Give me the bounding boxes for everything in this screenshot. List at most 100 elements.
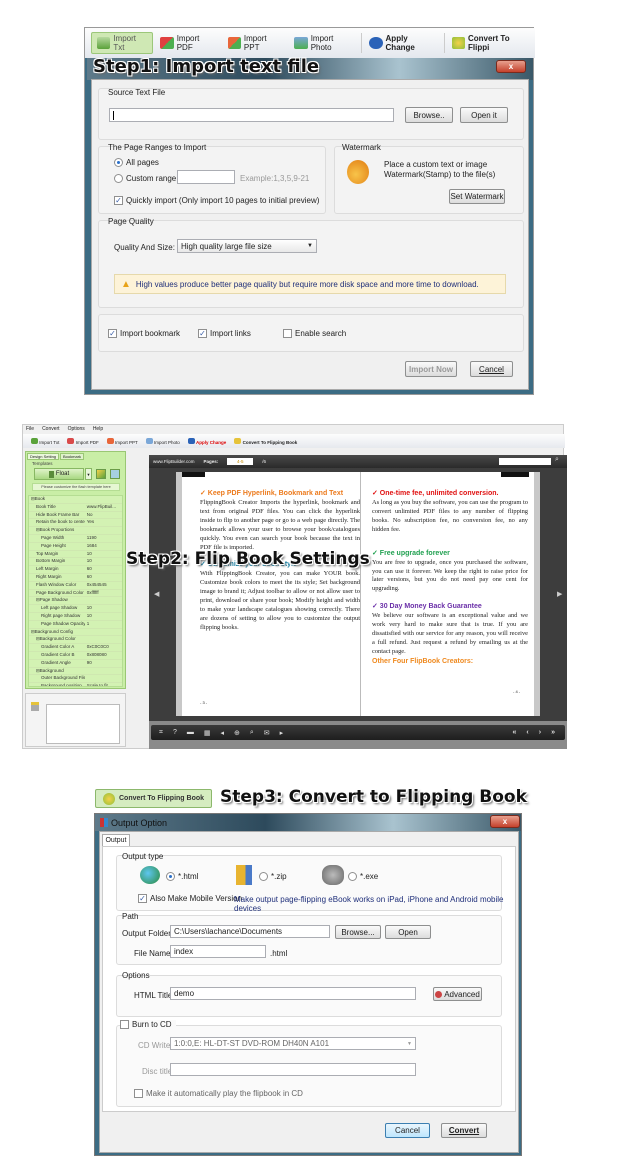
import-pdf-button[interactable]: Import PDF — [155, 32, 220, 54]
property-row[interactable]: Retain the book to center Yes — [29, 519, 122, 528]
next-page-icon[interactable]: › — [539, 729, 541, 736]
property-row[interactable]: ⊟Background Config — [29, 629, 122, 637]
zoom-in-icon[interactable]: ⊕ — [234, 729, 240, 737]
property-row[interactable]: Page Height 1684 — [29, 543, 122, 551]
cancel-button[interactable]: Cancel — [470, 361, 513, 377]
search-icon[interactable]: ⌕ — [250, 729, 254, 737]
enable-search-checkbox[interactable]: Enable search — [283, 329, 346, 339]
html-title-input[interactable]: demo — [170, 987, 416, 1000]
convert-button[interactable]: Convert — [441, 1123, 487, 1138]
set-watermark-button[interactable]: Set Watermark — [449, 189, 505, 204]
close-button[interactable]: x — [496, 60, 526, 73]
apply-change-button[interactable]: Apply Change — [187, 437, 226, 445]
output-folder-input[interactable]: C:\Users\lachance\Documents — [170, 925, 330, 938]
property-row[interactable]: Outer Background File — [29, 675, 122, 684]
convert-to-flipping-book-button[interactable]: Convert To Flipping Book — [95, 789, 212, 808]
menu-file[interactable]: File — [26, 426, 34, 432]
property-row[interactable]: ⊟Book Proportions — [29, 527, 122, 535]
import-links-checkbox[interactable]: ✓ Import links — [198, 329, 251, 339]
custom-range-input[interactable] — [177, 170, 235, 184]
cd-writer-select[interactable]: 1:0:0,E: HL-DT-ST DVD-ROM DH40N A101 ▼ — [170, 1037, 416, 1050]
last-page-icon[interactable]: » — [551, 729, 555, 736]
property-row[interactable]: Background position Scale to fit — [29, 683, 122, 686]
tab-output[interactable]: Output — [102, 834, 130, 846]
page-number-input[interactable]: 4-5 — [227, 458, 254, 465]
menu-options[interactable]: Options — [68, 426, 85, 432]
export-template-icon[interactable] — [110, 469, 120, 479]
all-pages-radio[interactable]: All pages — [114, 158, 159, 168]
property-row[interactable]: ⊟Background — [29, 668, 122, 676]
burn-cd-checkbox[interactable]: Burn to CD — [120, 1020, 176, 1030]
import-photo-button[interactable]: Import Photo — [145, 437, 180, 445]
autoplay-icon[interactable]: ▸ — [280, 729, 284, 737]
close-button[interactable]: x — [490, 815, 520, 828]
import-pdf-button[interactable]: Import PDF — [67, 437, 99, 445]
menu-help[interactable]: Help — [93, 426, 103, 432]
share-icon[interactable]: ✉ — [264, 729, 270, 737]
property-row[interactable]: Book Title www.FlipBuil... — [29, 504, 122, 512]
import-ppt-button[interactable]: Import PPT — [223, 32, 288, 54]
save-template-icon[interactable] — [96, 469, 106, 479]
file-name-input[interactable]: index — [170, 945, 266, 958]
property-row[interactable]: Left Margin 60 — [29, 566, 122, 574]
thumbnails-icon[interactable]: ▦ — [204, 729, 211, 737]
property-row[interactable]: ⊟Book — [29, 496, 122, 504]
browse-button[interactable]: Browse... — [335, 925, 381, 939]
first-page-icon[interactable]: « — [513, 729, 517, 736]
prev-page-icon[interactable]: ‹ — [526, 729, 528, 736]
import-photo-button[interactable]: Import Photo — [289, 32, 359, 54]
import-now-button[interactable]: Import Now — [405, 361, 457, 377]
open-it-button[interactable]: Open it — [460, 107, 508, 123]
property-row[interactable]: Right page Shadow 10 — [29, 613, 122, 621]
property-row[interactable]: ⊟Background Color — [29, 636, 122, 645]
tab-design-setting[interactable]: Design Setting — [27, 453, 60, 460]
fullscreen-icon[interactable]: ⌗ — [159, 729, 163, 737]
tab-bookmark[interactable]: Bookmark — [60, 453, 85, 460]
search-icon[interactable]: ⌕ — [555, 456, 559, 464]
quick-import-checkbox[interactable]: ✓ Quickly import (Only import 10 pages to… — [114, 196, 319, 206]
prev-flip-arrow[interactable]: ◀ — [154, 590, 159, 598]
sound-icon[interactable]: ◂ — [220, 729, 224, 737]
convert-to-flipping-button[interactable]: Convert To Flippi — [447, 32, 535, 54]
property-row[interactable]: Bottom Margin 10 — [29, 558, 122, 567]
custom-range-radio[interactable]: Custom range: — [114, 174, 178, 184]
property-row[interactable]: Right Margin 60 — [29, 574, 122, 582]
open-button[interactable]: Open — [385, 925, 431, 939]
property-row[interactable]: Left page Shadow 10 — [29, 605, 122, 613]
property-row[interactable]: Gradient Angle 90 — [29, 660, 122, 668]
property-row[interactable]: Top Margin 10 — [29, 551, 122, 559]
property-row[interactable]: Hide Book Frame Bar No — [29, 512, 122, 520]
template-select[interactable]: Float — [34, 468, 84, 480]
menu-convert[interactable]: Convert — [42, 426, 60, 432]
template-dropdown-button[interactable]: ▼ — [85, 468, 92, 480]
convert-to-flipping-button[interactable]: Convert To Flipping Book — [234, 437, 297, 445]
import-ppt-button[interactable]: Import PPT — [106, 437, 138, 445]
exe-radio[interactable]: *.exe — [348, 872, 378, 882]
help-icon[interactable]: ? — [173, 729, 177, 736]
next-flip-arrow[interactable]: ▶ — [557, 590, 562, 598]
apply-change-button[interactable]: Apply Change — [364, 32, 441, 54]
import-bookmark-checkbox[interactable]: ✓ Import bookmark — [108, 329, 180, 339]
site-link[interactable]: www.FlipBuilder.com — [153, 459, 195, 464]
disc-title-input[interactable] — [170, 1063, 416, 1076]
search-input[interactable] — [499, 458, 551, 465]
import-txt-button[interactable]: Import Txt — [91, 32, 154, 54]
property-row[interactable]: Page Shadow Opacity 1 — [29, 621, 122, 629]
property-row[interactable]: Page Width 1190 — [29, 535, 122, 543]
property-row[interactable]: Gradient Color A 0xC0C0C0 — [29, 644, 122, 652]
print-icon[interactable]: ▬ — [187, 729, 194, 736]
property-row[interactable]: Gradient Color B 0x808080 — [29, 652, 122, 660]
property-row[interactable]: ⊟Page Shadow — [29, 597, 122, 606]
zip-radio[interactable]: *.zip — [259, 872, 287, 882]
import-txt-button[interactable]: Import Txt — [31, 437, 59, 445]
advanced-button[interactable]: Advanced — [433, 987, 482, 1001]
quality-select[interactable]: High quality large file size ▼ — [177, 239, 317, 253]
autoplay-cd-checkbox[interactable]: Make it automatically play the flipbook … — [134, 1089, 303, 1099]
source-file-input[interactable] — [109, 108, 394, 122]
property-row[interactable]: Flash Window Color 0x454545 — [29, 582, 122, 590]
html-radio[interactable]: *.html — [166, 872, 198, 882]
cancel-button[interactable]: Cancel — [385, 1123, 430, 1138]
browse-button[interactable]: Browse.. — [405, 107, 453, 123]
mobile-version-checkbox[interactable]: ✓ Also Make Mobile Version — [138, 894, 242, 904]
property-row[interactable]: Page Background Color 0xffffff — [29, 590, 122, 598]
